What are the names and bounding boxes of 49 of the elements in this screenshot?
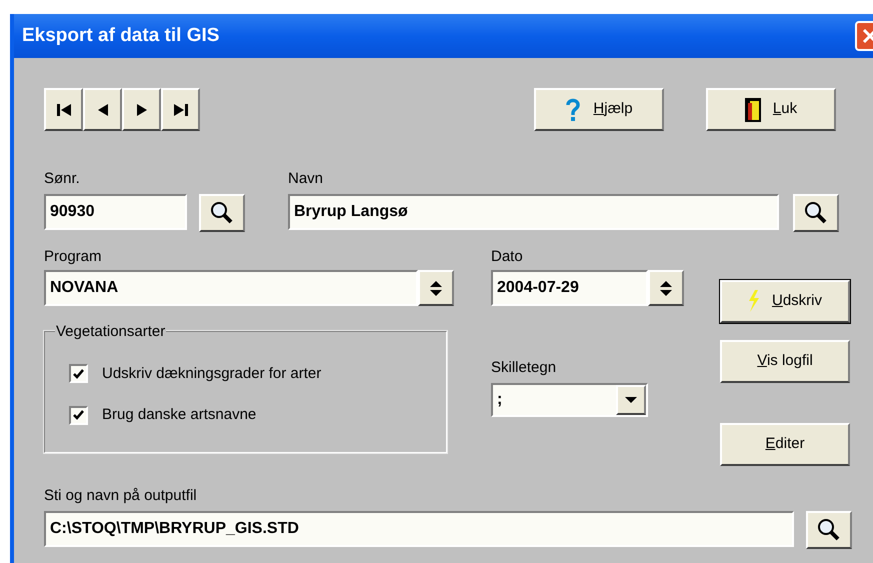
search-icon (210, 200, 234, 224)
field-label: Program (44, 246, 103, 266)
search-button[interactable] (806, 510, 852, 548)
checkbox-label: Udskriv dækningsgrader for arter (102, 364, 322, 384)
search-icon (804, 200, 828, 224)
checkbox[interactable] (69, 364, 88, 384)
navigation-button[interactable] (44, 88, 83, 131)
field-label: Sti og navn på outputfil (44, 486, 197, 504)
field-label: Sønr. (44, 169, 81, 189)
checkbox[interactable] (69, 406, 88, 425)
edit-button[interactable]: Editer (720, 422, 850, 466)
up-arrow-icon (430, 280, 442, 286)
view-log-button[interactable]: Vis logfil (720, 340, 850, 382)
previous-icon (98, 104, 108, 116)
navigation-button[interactable] (161, 88, 200, 131)
up-arrow-icon (660, 280, 672, 286)
input-field[interactable]: NOVANA (44, 270, 418, 306)
lightning-icon (748, 290, 760, 312)
close-dialog-button[interactable]: Luk (706, 88, 836, 131)
dropdown-button[interactable] (616, 385, 646, 415)
print-button[interactable]: Udskriv (720, 280, 850, 322)
first-record-icon (56, 104, 70, 116)
search-button[interactable] (199, 194, 245, 232)
input-field[interactable]: Bryrup Langsø (288, 194, 779, 230)
question-mark-icon (565, 98, 582, 122)
down-arrow-icon (660, 290, 672, 296)
search-icon (817, 518, 841, 542)
next-icon (136, 104, 146, 116)
navigation-button[interactable] (83, 88, 122, 131)
input-field[interactable]: 2004-07-29 (491, 270, 648, 306)
field-label: Dato (491, 246, 524, 266)
check-icon (73, 410, 84, 420)
field-label: Skilletegn (491, 358, 558, 378)
search-button[interactable] (793, 194, 839, 232)
last-record-icon (174, 104, 188, 116)
dropdown[interactable]: ; (491, 383, 648, 417)
spin-button[interactable] (648, 270, 684, 306)
input-field[interactable]: 90930 (44, 194, 187, 230)
window-title: Eksport af data til GIS (22, 24, 220, 48)
down-arrow-icon (625, 397, 637, 403)
help-button[interactable]: Hjælp (534, 88, 664, 131)
down-arrow-icon (430, 290, 442, 296)
input-field[interactable]: C:\STOQ\TMP\BRYRUP_GIS.STD (44, 510, 794, 546)
check-icon (73, 368, 84, 379)
navigation-button[interactable] (122, 88, 161, 131)
checkbox-label: Brug danske artsnavne (102, 405, 256, 425)
door-icon (744, 98, 761, 122)
spin-button[interactable] (418, 270, 454, 306)
field-label: Navn (288, 169, 324, 189)
